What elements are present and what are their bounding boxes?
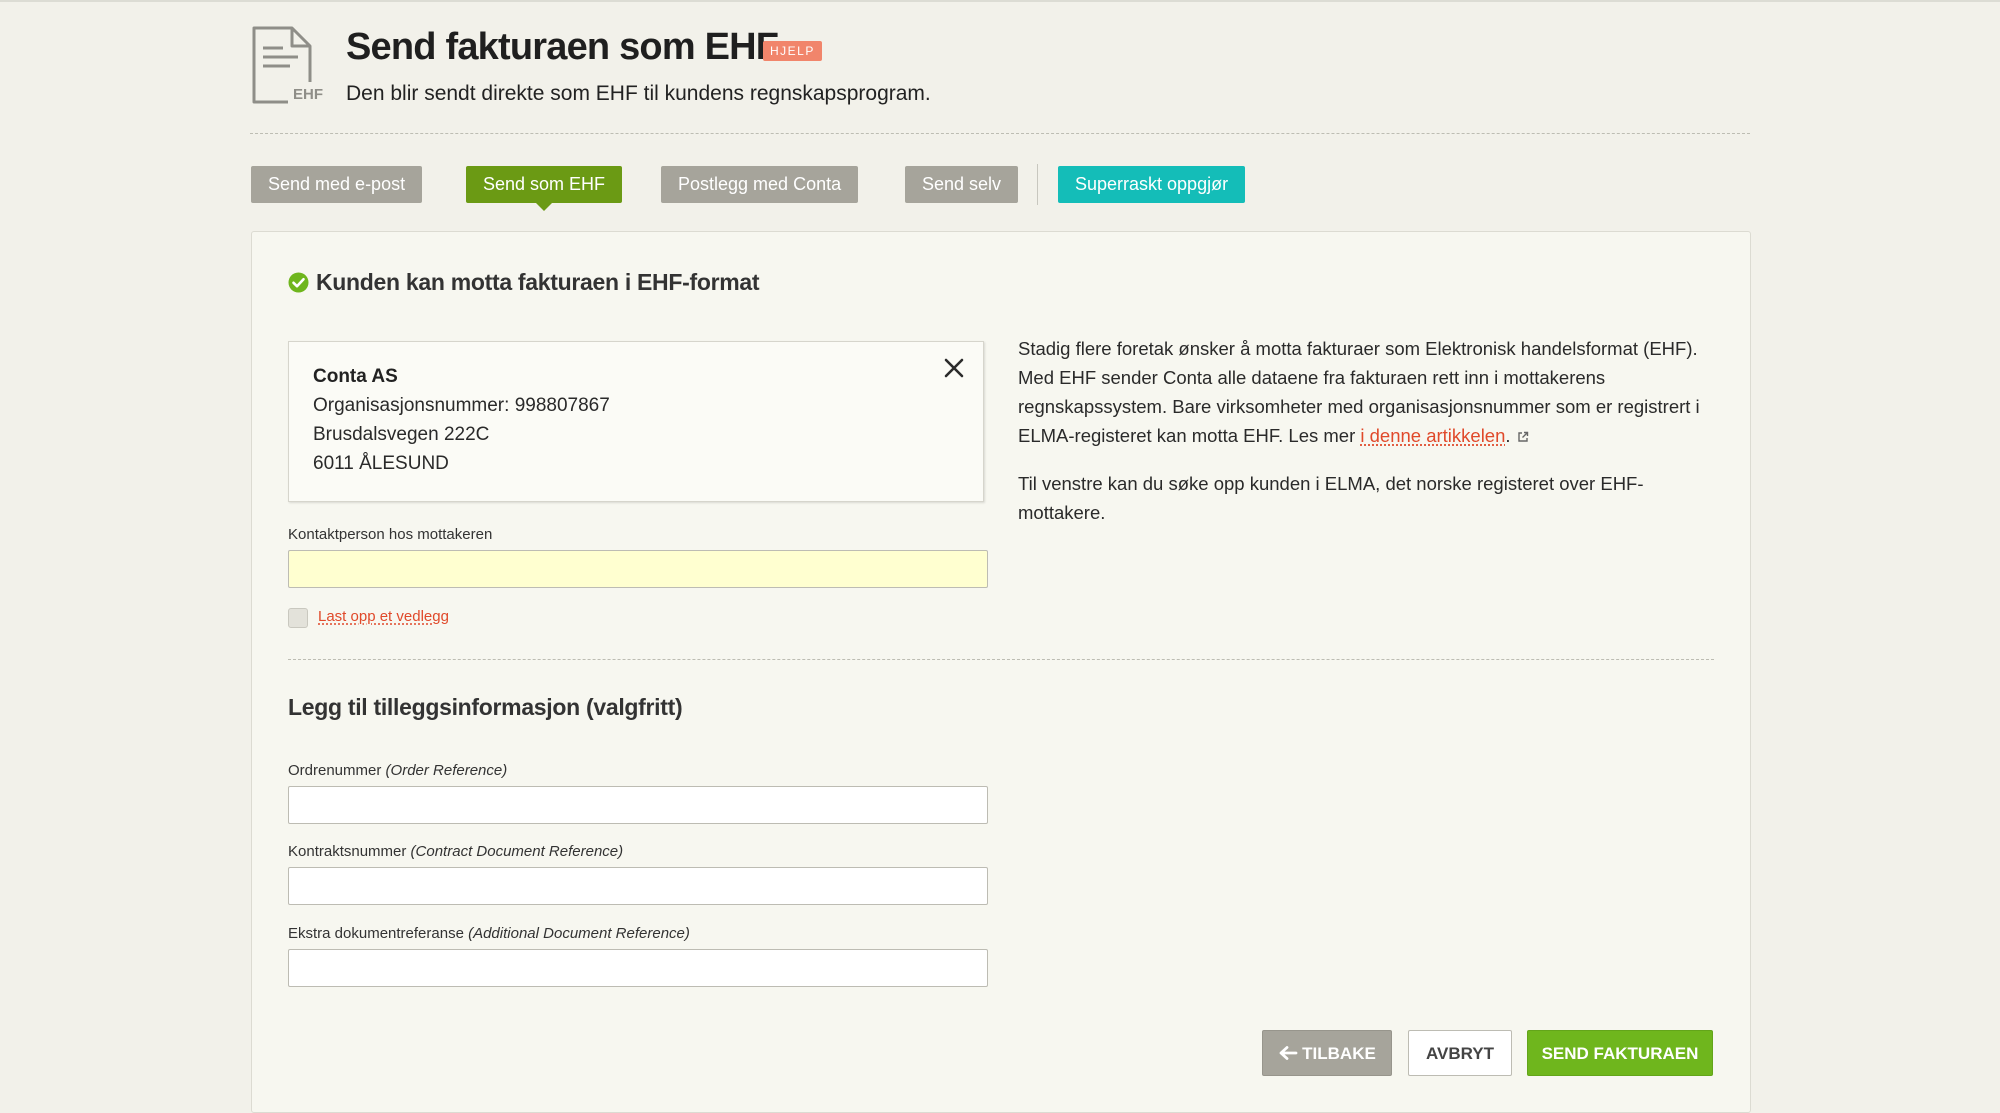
order-reference-label: Ordrenummer (Order Reference) — [288, 762, 507, 779]
additional-reference-hint: (Additional Document Reference) — [468, 925, 690, 942]
tab-postlegg[interactable]: Postlegg med Conta — [661, 166, 859, 203]
contact-person-input[interactable] — [288, 550, 988, 588]
tab-divider — [1037, 164, 1038, 205]
page-subtitle: Den blir sendt direkte som EHF til kunde… — [346, 82, 931, 105]
ehf-info-paragraph: Stadig flere foretak ønsker å motta fakt… — [1018, 334, 1718, 450]
back-button-label: TILBAKE — [1302, 1044, 1376, 1063]
upload-attachment-link[interactable]: Last opp et vedlegg — [318, 608, 449, 625]
help-badge[interactable]: HJELP — [763, 41, 822, 61]
section-divider — [288, 659, 1714, 660]
page-title: Send fakturaen som EHF — [346, 26, 779, 68]
order-reference-label-text: Ordrenummer — [288, 762, 382, 779]
elma-info-paragraph: Til venstre kan du søke opp kunden i ELM… — [1018, 473, 1644, 523]
ehf-info-text: Stadig flere foretak ønsker å motta fakt… — [1018, 338, 1700, 446]
customer-street: Brusdalsvegen 222C — [313, 424, 490, 445]
close-icon[interactable] — [942, 356, 966, 380]
ehf-status-heading: Kunden kan motta fakturaen i EHF-format — [316, 269, 760, 295]
additional-reference-label: Ekstra dokumentreferanse (Additional Doc… — [288, 925, 690, 942]
check-circle-icon — [288, 272, 309, 293]
top-border — [0, 0, 2000, 2]
additional-reference-input[interactable] — [288, 949, 988, 987]
contract-reference-label: Kontraktsnummer (Contract Document Refer… — [288, 843, 623, 860]
contract-reference-hint: (Contract Document Reference) — [410, 843, 624, 860]
customer-postal: 6011 ÅLESUND — [313, 453, 449, 474]
customer-card: Conta AS Organisasjonsnummer: 998807867 … — [288, 341, 984, 502]
tab-send-email[interactable]: Send med e-post — [251, 166, 423, 203]
contact-person-label: Kontaktperson hos mottakeren — [288, 526, 493, 543]
additional-info-heading: Legg til tilleggsinformasjon (valgfritt) — [288, 694, 683, 720]
tab-send-selv[interactable]: Send selv — [905, 166, 1019, 203]
external-link-icon[interactable] — [1517, 431, 1529, 443]
contract-reference-label-text: Kontraktsnummer — [288, 843, 407, 860]
header-divider — [250, 133, 1750, 134]
document-icon-label: EHF — [293, 86, 323, 103]
arrow-left-icon — [1279, 1046, 1298, 1060]
tab-superraskt-oppgjor[interactable]: Superraskt oppgjør — [1058, 166, 1246, 203]
cancel-button[interactable]: AVBRYT — [1408, 1030, 1512, 1076]
customer-org-number: Organisasjonsnummer: 998807867 — [313, 395, 610, 416]
tab-send-ehf[interactable]: Send som EHF — [466, 166, 623, 211]
additional-reference-label-text: Ekstra dokumentreferanse — [288, 925, 464, 942]
article-link[interactable]: i denne artikkelen — [1360, 425, 1505, 446]
send-invoice-button[interactable]: SEND FAKTURAEN — [1527, 1030, 1713, 1076]
customer-name: Conta AS — [313, 366, 398, 387]
ehf-info-text-end: . — [1505, 425, 1511, 446]
contract-reference-input[interactable] — [288, 867, 988, 905]
attachment-checkbox[interactable] — [288, 608, 308, 628]
order-reference-input[interactable] — [288, 786, 988, 824]
document-icon: EHF — [250, 26, 326, 106]
order-reference-hint: (Order Reference) — [385, 762, 508, 779]
back-button[interactable]: TILBAKE — [1262, 1030, 1392, 1076]
